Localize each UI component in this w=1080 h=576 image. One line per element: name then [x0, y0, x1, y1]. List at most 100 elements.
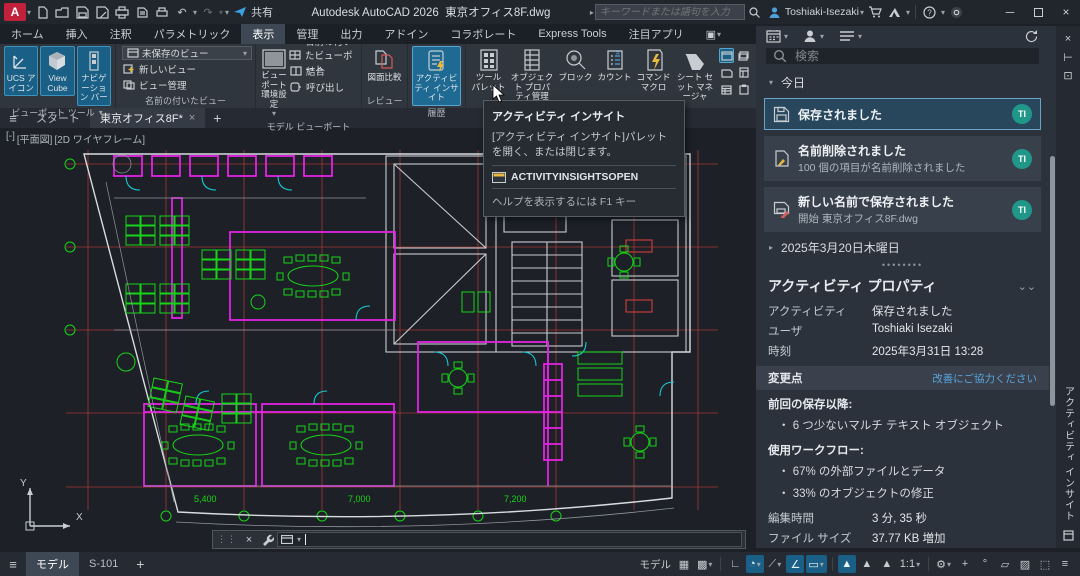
chevron-down-icon[interactable]: ▾: [27, 8, 31, 17]
object-snap-icon[interactable]: ▭▾: [806, 555, 826, 573]
activity-properties-header[interactable]: アクティビティ プロパティ ⌄⌄: [756, 270, 1049, 301]
clean-screen-icon[interactable]: ⬚: [1036, 555, 1054, 573]
sheet-set-manager-button[interactable]: シート セット マネージャ: [674, 46, 716, 104]
user-filter-icon[interactable]: ▾: [803, 29, 825, 43]
snap-mode-icon[interactable]: ▩▾: [695, 555, 715, 573]
count-palette-button[interactable]: # カウント: [596, 46, 633, 85]
search-collapse-icon[interactable]: ▸: [590, 8, 594, 17]
user-dropdown-icon[interactable]: ▾: [860, 8, 864, 17]
collapse-chevrons-icon[interactable]: ⌄⌄: [1018, 280, 1036, 293]
ortho-mode-icon[interactable]: ∟: [726, 555, 744, 573]
reference-palette-icon[interactable]: [719, 82, 734, 97]
signed-in-user[interactable]: Toshiaki-Isezaki: [785, 6, 859, 18]
palette-properties-icon[interactable]: ⊡: [1063, 66, 1072, 84]
tab-manage[interactable]: 管理: [285, 24, 329, 44]
workspace-gear-icon[interactable]: ⚙▾: [934, 555, 954, 573]
osnap-tracking-icon[interactable]: ∠: [786, 555, 804, 573]
share-button[interactable]: 共有: [251, 4, 273, 20]
tab-parametric[interactable]: パラメトリック: [143, 24, 242, 44]
command-grip-icon[interactable]: ⋮⋮: [217, 534, 237, 545]
navigation-bar-button[interactable]: ナビゲーション バー: [77, 46, 111, 106]
activity-item-saved-as[interactable]: 新しい名前で保存されました 開始 東京オフィス8F.dwg TI: [764, 187, 1041, 232]
viewport-config-button[interactable]: ビューポート環境設定▾: [260, 46, 288, 120]
open-file-icon[interactable]: [52, 3, 72, 21]
search-icon[interactable]: [745, 3, 765, 21]
layout-tab-model[interactable]: モデル: [26, 552, 79, 576]
autodesk-logo-icon[interactable]: [885, 3, 905, 21]
feedback-link[interactable]: 改善にご協力ください: [932, 371, 1037, 386]
print-icon[interactable]: [152, 3, 172, 21]
view-list-dropdown[interactable]: 未保存のビュー▾: [122, 46, 252, 60]
redo-dropdown-icon[interactable]: ▾: [219, 8, 223, 17]
palette-search-input[interactable]: [793, 48, 993, 64]
visual-style-control[interactable]: [2D ワイヤフレーム]: [54, 131, 145, 146]
command-line-toggle-icon[interactable]: [719, 48, 734, 63]
annotation-people-icon[interactable]: ▲: [878, 555, 896, 573]
tab-insert[interactable]: 挿入: [55, 24, 99, 44]
join-viewports-button[interactable]: 結合: [289, 64, 358, 78]
annotation-visibility-icon[interactable]: ▲: [838, 555, 856, 573]
plot-icon[interactable]: [112, 3, 132, 21]
refresh-icon[interactable]: [1024, 29, 1039, 44]
activity-item-saved[interactable]: 保存されました TI: [764, 98, 1041, 130]
tab-close-icon[interactable]: ×: [189, 112, 195, 124]
tab-annotate[interactable]: 注釈: [99, 24, 143, 44]
panel-label-viewport-tools[interactable]: ビューポート ツール▾: [0, 106, 115, 120]
cart-icon[interactable]: [865, 3, 885, 21]
app-logo-icon[interactable]: A: [4, 3, 26, 21]
share-plane-icon[interactable]: [230, 3, 250, 21]
undo-dropdown-icon[interactable]: ▾: [193, 8, 197, 17]
autoscale-icon[interactable]: ▲: [858, 555, 876, 573]
restore-viewports-button[interactable]: 呼び出し: [289, 80, 358, 94]
close-button[interactable]: ×: [1052, 1, 1080, 23]
viewport-menu-control[interactable]: [-]: [6, 131, 15, 146]
new-drawing-icon[interactable]: +: [205, 108, 229, 128]
properties-palette-button[interactable]: オブジェクト プロパティ管理: [509, 46, 555, 104]
tab-output[interactable]: 出力: [329, 24, 373, 44]
new-view-button[interactable]: 新しいビュー: [122, 62, 196, 76]
tab-featured-apps[interactable]: 注目アプリ: [618, 24, 695, 44]
tab-express-tools[interactable]: Express Tools: [527, 24, 617, 44]
publish-icon[interactable]: [132, 3, 152, 21]
named-viewports-button[interactable]: 名前の付いたビューポート: [289, 48, 358, 62]
user-icon[interactable]: [765, 3, 785, 21]
calculator-icon[interactable]: [736, 65, 751, 80]
command-macros-button[interactable]: コマンド マクロ: [635, 46, 672, 94]
view-control[interactable]: [平面図]: [17, 131, 53, 146]
ribbon-options-icon[interactable]: ▣▾: [695, 24, 733, 44]
markup-palette-icon[interactable]: [719, 65, 734, 80]
today-section-header[interactable]: ▾ 今日: [756, 70, 1049, 95]
annotation-monitor-icon[interactable]: +: [956, 555, 974, 573]
isodraft-icon[interactable]: ⟋▾: [766, 555, 784, 573]
notifications-icon[interactable]: [946, 3, 966, 21]
quick-properties-icon[interactable]: ▱: [996, 555, 1014, 573]
blocks-palette-button[interactable]: ブロック: [557, 46, 594, 85]
graphics-performance-icon[interactable]: ▨: [1016, 555, 1034, 573]
redo-icon[interactable]: ↷: [198, 3, 218, 21]
command-input[interactable]: ▾: [277, 532, 742, 547]
new-layout-icon[interactable]: +: [128, 552, 152, 576]
customization-menu-icon[interactable]: ≡: [1056, 555, 1074, 573]
minimize-button[interactable]: ─: [996, 1, 1024, 23]
layout-tab-s101[interactable]: S-101: [79, 552, 128, 576]
drawing-compare-button[interactable]: 図面比較: [366, 46, 403, 85]
polar-tracking-icon[interactable]: ◔▾: [746, 555, 764, 573]
save-icon[interactable]: [72, 3, 92, 21]
date-filter-icon[interactable]: ▾: [766, 29, 789, 43]
layers-palette-icon[interactable]: [736, 48, 751, 63]
date-group-header[interactable]: ▸ 2025年3月20日木曜日: [756, 235, 1049, 260]
autodesk-dropdown-icon[interactable]: ▾: [906, 8, 910, 17]
help-dropdown-icon[interactable]: ▾: [941, 8, 945, 17]
clipboard-icon[interactable]: [736, 82, 751, 97]
qat-customize-icon[interactable]: ▾: [225, 8, 229, 17]
command-line[interactable]: ⋮⋮ × ▾: [212, 530, 746, 549]
undo-icon[interactable]: ↶: [172, 3, 192, 21]
new-file-icon[interactable]: [32, 3, 52, 21]
ucs-icon-button[interactable]: UCS アイコン: [4, 46, 38, 96]
activity-item-purged[interactable]: 名前削除されました 100 個の項目が名前削除されました TI: [764, 136, 1041, 181]
command-wrench-icon[interactable]: [257, 533, 277, 546]
annotation-scale-button[interactable]: 1:1▾: [898, 555, 923, 573]
model-space-indicator[interactable]: モデル: [639, 557, 671, 572]
layout-menu-icon[interactable]: ≡: [0, 552, 26, 576]
palette-close-icon[interactable]: ×: [1065, 30, 1071, 48]
